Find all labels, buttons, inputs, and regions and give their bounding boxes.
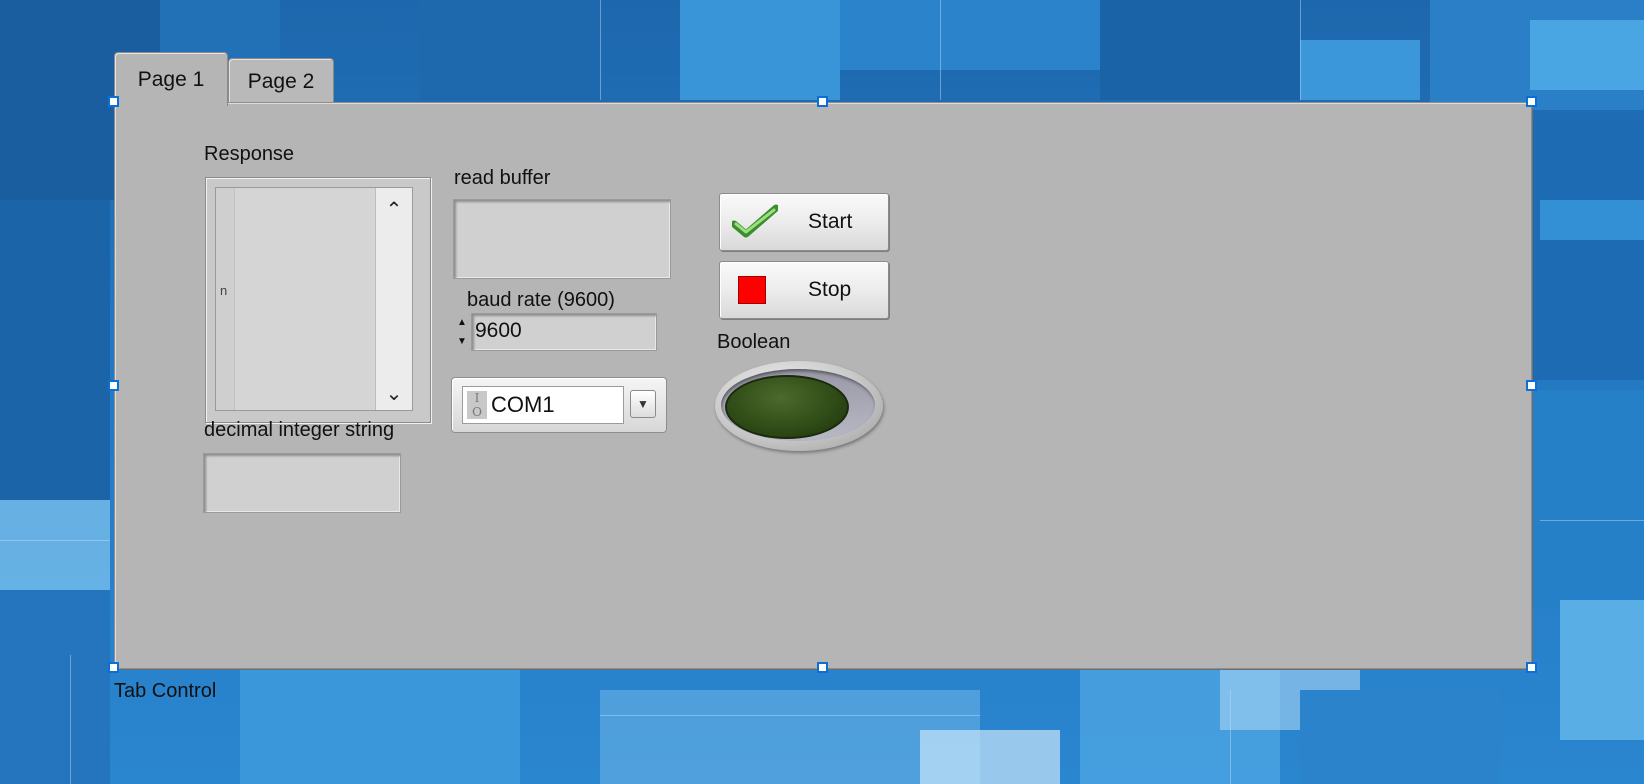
stop-button-label: Stop [808,278,852,301]
selection-handle-middle-right[interactable] [1526,380,1537,391]
selection-handle-middle-left[interactable] [108,380,119,391]
led-indicator [725,375,849,439]
decimal-integer-string-field[interactable] [203,453,401,513]
selection-handle-top-center[interactable] [817,96,828,107]
chevron-down-icon[interactable]: ▼ [630,390,656,418]
serial-port-selector[interactable]: IO COM1 ▼ [451,377,667,433]
baud-rate-increment-decrement[interactable]: ▲ ▼ [455,313,469,351]
tab-page-2[interactable]: Page 2 [228,58,334,104]
read-buffer-field[interactable] [453,199,671,279]
read-buffer-label: read buffer [454,167,551,189]
selection-handle-top-right[interactable] [1526,96,1537,107]
serial-port-field[interactable]: IO COM1 [462,386,624,424]
selection-handle-top-left[interactable] [108,96,119,107]
stop-button[interactable]: Stop [719,261,889,319]
response-index-gutter [216,188,235,410]
scroll-down-arrow-icon[interactable]: ⌄ [376,380,412,406]
tab-page-2-label: Page 2 [247,69,315,93]
io-resource-icon: IO [467,391,487,419]
decrement-arrow-icon[interactable]: ▼ [455,332,469,351]
baud-rate-label: baud rate (9600) [467,289,615,311]
tab-page-1[interactable]: Page 1 [114,52,228,106]
scroll-up-arrow-icon[interactable]: ⌃ [376,196,412,222]
decimal-integer-string-label: decimal integer string [204,419,395,441]
boolean-led[interactable] [715,361,883,451]
start-button[interactable]: Start [719,193,889,251]
selection-handle-bottom-left[interactable] [108,662,119,673]
selection-handle-bottom-right[interactable] [1526,662,1537,673]
boolean-label: Boolean [717,331,791,353]
start-button-label: Start [808,210,853,233]
response-scrollbar[interactable]: ⌃ ⌄ [375,188,412,410]
checkmark-icon [732,204,778,238]
response-list-area[interactable]: n ⌃ ⌄ [215,187,413,411]
increment-arrow-icon[interactable]: ▲ [455,313,469,332]
tab-page-1-label: Page 1 [137,67,205,91]
stop-square-icon [738,276,766,304]
baud-rate-input[interactable]: 9600 [471,313,657,351]
led-track [721,369,875,441]
serial-port-value: COM1 [491,392,555,417]
tab-control-panel: Response n ⌃ ⌄ decimal integer string re… [114,102,1532,669]
selection-handle-bottom-center[interactable] [817,662,828,673]
response-label: Response [204,143,295,165]
response-index-mark: n [220,283,228,298]
tab-control-caption: Tab Control [114,680,217,702]
response-listbox[interactable]: n ⌃ ⌄ [205,177,431,423]
